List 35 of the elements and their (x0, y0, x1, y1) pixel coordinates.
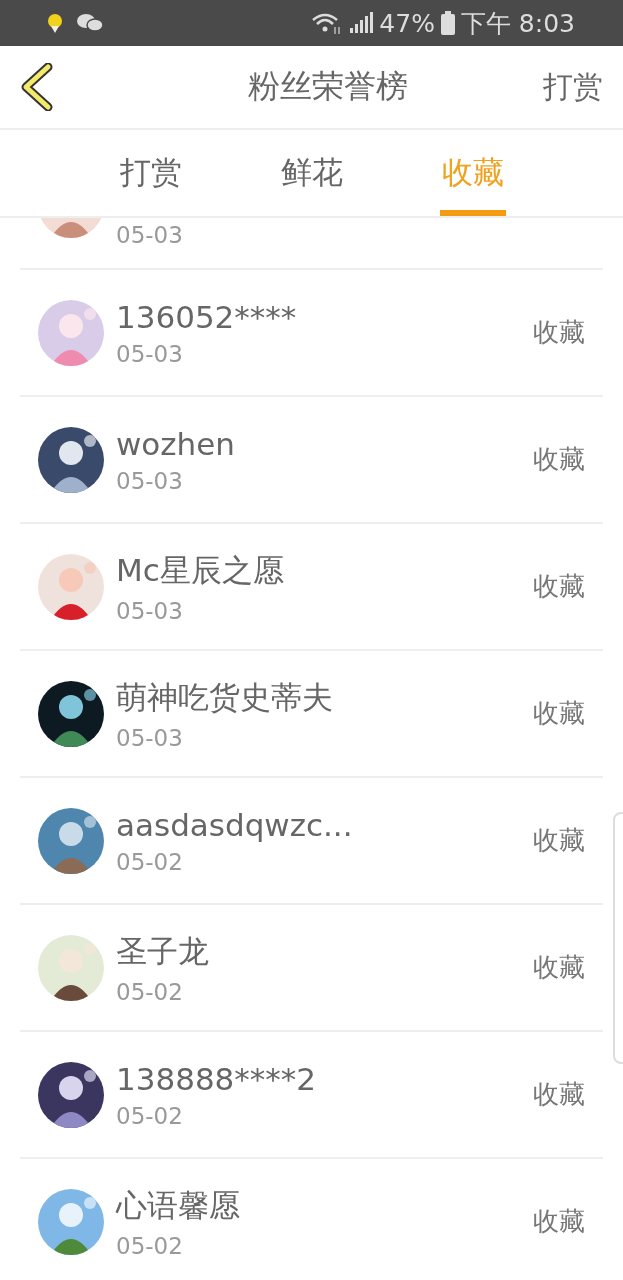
date-text: 05-02 (116, 1232, 184, 1259)
reward-button[interactable]: 打赏 (543, 66, 603, 108)
action-label: 收藏 (533, 316, 585, 349)
user-name: 萌神吃货史蒂夫 (116, 677, 334, 717)
user-name: 圣子龙 (116, 931, 210, 971)
action-label: 收藏 (533, 697, 585, 730)
date-text: 05-02 (116, 1102, 184, 1129)
clock-time: 下午 8:03 (460, 7, 575, 40)
tab[interactable]: 鲜花 (278, 136, 345, 216)
battery-icon (440, 11, 455, 35)
user-name: Mc星辰之愿 (116, 550, 285, 590)
user-name: 心语馨愿 (116, 1185, 241, 1225)
action-label: 收藏 (533, 570, 585, 603)
date-text: 05-03 (116, 222, 184, 248)
user-name: 136052**** (116, 298, 298, 335)
action-label: 收藏 (533, 443, 585, 476)
chat-icon (76, 12, 104, 34)
action-label: 收藏 (533, 1205, 585, 1238)
date-text: 05-03 (116, 467, 184, 494)
signal-icon (349, 12, 374, 34)
user-name: 138888****2 (116, 1060, 318, 1097)
date-text: 05-03 (116, 597, 184, 624)
action-label: 收藏 (533, 1078, 585, 1111)
action-label: 收藏 (533, 951, 585, 984)
page-title: 粉丝荣誉榜 (247, 66, 408, 107)
date-text: 05-03 (116, 724, 184, 751)
battery-percent: 47% (379, 8, 435, 38)
user-name: wozhen (116, 425, 236, 462)
tab[interactable]: 打赏 (117, 136, 184, 216)
date-text: 05-03 (116, 340, 184, 367)
date-text: 05-02 (116, 978, 184, 1005)
action-label: 收藏 (533, 824, 585, 857)
date-text: 05-02 (116, 848, 184, 875)
user-name: aasdasdqwzc... (116, 806, 354, 843)
back-icon[interactable] (20, 63, 54, 111)
